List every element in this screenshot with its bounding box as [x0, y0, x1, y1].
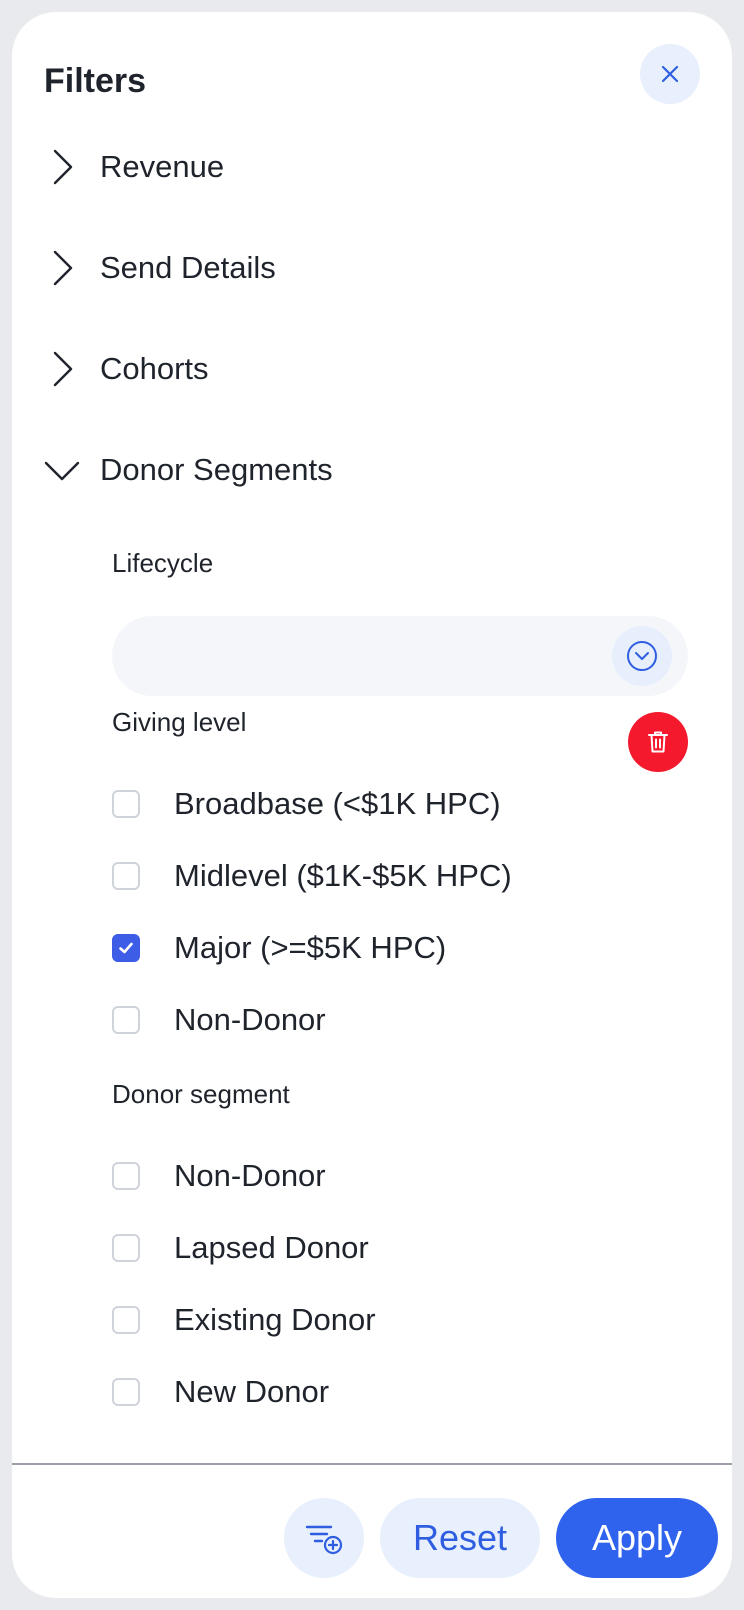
apply-button[interactable]: Apply [556, 1498, 718, 1578]
checkmark-icon [119, 942, 133, 954]
giving-level-option[interactable]: Broadbase (<$1K HPC) [112, 784, 672, 824]
checkbox[interactable] [112, 862, 140, 890]
delete-filter-button[interactable] [628, 712, 688, 772]
lifecycle-select[interactable] [112, 616, 688, 696]
section-label: Cohorts [100, 351, 209, 386]
lifecycle-label: Lifecycle [112, 548, 214, 578]
giving-level-option[interactable]: Non-Donor [112, 1000, 672, 1040]
checkbox-label: Major (>=$5K HPC) [174, 930, 447, 965]
add-filter-button[interactable] [284, 1498, 364, 1578]
donor-segment-option[interactable]: New Donor [112, 1372, 672, 1412]
chevron-right-icon [44, 351, 80, 387]
checkbox[interactable] [112, 1306, 140, 1334]
section-revenue[interactable]: Revenue [44, 139, 684, 195]
checkbox-label: Non-Donor [174, 1158, 326, 1193]
donor-segment-label: Donor segment [112, 1079, 290, 1109]
giving-level-option[interactable]: Major (>=$5K HPC) [112, 928, 672, 968]
checkbox[interactable] [112, 790, 140, 818]
checkbox-label: Lapsed Donor [174, 1230, 369, 1265]
chevron-down-circle-icon [627, 641, 657, 671]
checkbox[interactable] [112, 1234, 140, 1262]
checkbox-checked[interactable] [112, 934, 140, 962]
checkbox-label: Broadbase (<$1K HPC) [174, 786, 501, 821]
section-send-details[interactable]: Send Details [44, 240, 684, 296]
checkbox[interactable] [112, 1162, 140, 1190]
footer-divider [12, 1463, 732, 1465]
donor-segment-option[interactable]: Lapsed Donor [112, 1228, 672, 1268]
section-label: Send Details [100, 250, 276, 285]
panel-title: Filters [44, 62, 147, 100]
section-cohorts[interactable]: Cohorts [44, 341, 684, 397]
checkbox-label: Non-Donor [174, 1002, 326, 1037]
checkbox[interactable] [112, 1378, 140, 1406]
checkbox-label: Existing Donor [174, 1302, 376, 1337]
checkbox[interactable] [112, 1006, 140, 1034]
giving-level-label: Giving level [112, 707, 247, 737]
checkbox-label: Midlevel ($1K-$5K HPC) [174, 858, 512, 893]
section-donor-segments[interactable]: Donor Segments [44, 442, 684, 498]
trash-icon [648, 731, 668, 753]
chevron-right-icon [44, 250, 80, 286]
reset-button[interactable]: Reset [380, 1498, 540, 1578]
chevron-right-icon [44, 149, 80, 185]
chevron-down-icon [44, 452, 80, 488]
donor-segment-option[interactable]: Existing Donor [112, 1300, 672, 1340]
section-label: Revenue [100, 149, 225, 184]
donor-segment-option[interactable]: Non-Donor [112, 1156, 672, 1196]
section-label: Donor Segments [100, 452, 333, 487]
close-icon [661, 65, 679, 83]
filter-add-icon [305, 1525, 343, 1555]
dropdown-toggle[interactable] [612, 626, 672, 686]
checkbox-label: New Donor [174, 1374, 330, 1409]
filters-panel: Filters Revenue Send Details Cohorts Don… [12, 12, 732, 1598]
close-button[interactable] [640, 44, 700, 104]
giving-level-option[interactable]: Midlevel ($1K-$5K HPC) [112, 856, 672, 896]
